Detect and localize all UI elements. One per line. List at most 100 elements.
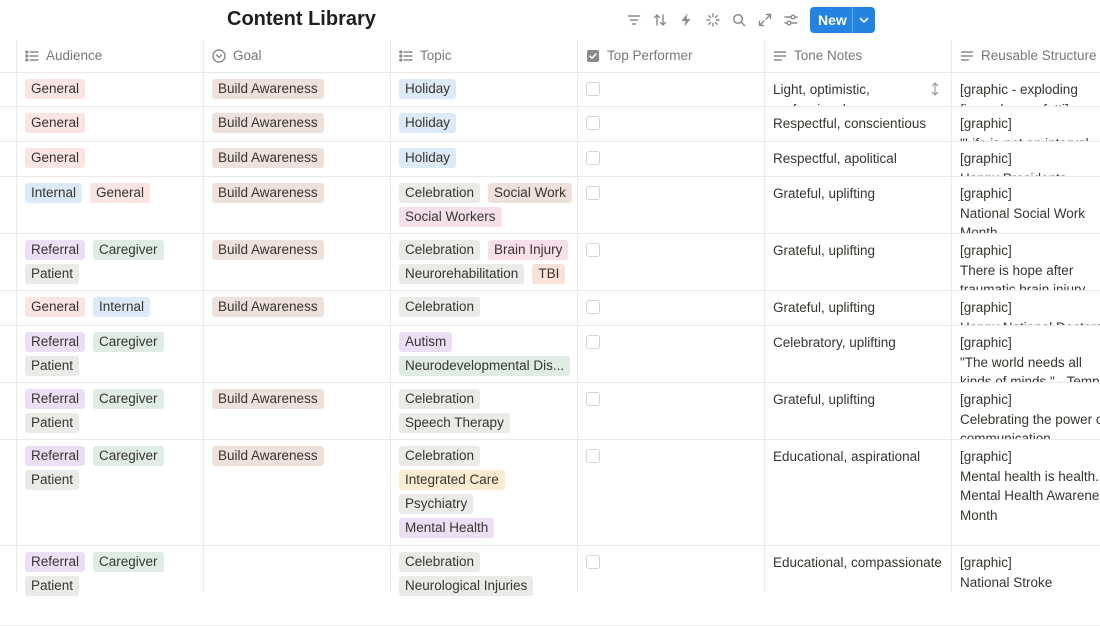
search-icon[interactable] bbox=[731, 12, 747, 28]
tag: Patient bbox=[25, 470, 80, 490]
tag: Holiday bbox=[399, 113, 457, 133]
tag-list: Build Awareness bbox=[212, 446, 386, 466]
column-header-reusable-structure[interactable]: Reusable Structure bbox=[951, 40, 1100, 72]
audience-cell[interactable]: General bbox=[17, 141, 203, 176]
top-performer-checkbox[interactable] bbox=[586, 82, 600, 96]
tone-notes-cell[interactable]: Grateful, uplifting bbox=[765, 382, 951, 439]
tag-list: Celebration Neurological Injuries bbox=[399, 552, 573, 596]
top-performer-checkbox[interactable] bbox=[586, 243, 600, 257]
top-performer-checkbox[interactable] bbox=[586, 186, 600, 200]
sort-icon[interactable] bbox=[652, 12, 668, 28]
tag: Holiday bbox=[399, 79, 457, 99]
tag: Referral bbox=[25, 389, 86, 409]
topic-cell[interactable]: Holiday bbox=[391, 141, 577, 176]
topic-cell[interactable]: Celebration Neurological Injuries bbox=[391, 545, 577, 625]
tone-notes-cell[interactable]: Grateful, uplifting bbox=[765, 233, 951, 290]
tag: Caregiver bbox=[93, 332, 164, 352]
topic-cell[interactable]: Autism Neurodevelopmental Dis... bbox=[391, 325, 577, 382]
audience-cell[interactable]: Referral Caregiver Patient bbox=[17, 545, 203, 625]
audience-cell[interactable]: Referral Caregiver Patient bbox=[17, 325, 203, 382]
new-button-divider bbox=[852, 7, 853, 33]
tag: Referral bbox=[25, 332, 86, 352]
reusable-structure-cell[interactable]: [graphic] Happy National Doctors bbox=[952, 290, 1100, 325]
tone-notes-cell[interactable]: Grateful, uplifting bbox=[765, 176, 951, 233]
filter-icon[interactable] bbox=[626, 12, 642, 28]
topic-cell[interactable]: Celebration Speech Therapy bbox=[391, 382, 577, 439]
column-header-label: Reusable Structure bbox=[981, 48, 1097, 63]
settings-sliders-icon[interactable] bbox=[783, 12, 799, 28]
goal-cell[interactable]: Build Awareness bbox=[204, 72, 390, 106]
audience-cell[interactable]: Referral Caregiver Patient bbox=[17, 439, 203, 545]
tag: Neurodevelopmental Dis... bbox=[399, 356, 571, 376]
column-header-label: Topic bbox=[420, 48, 452, 63]
reusable-structure-cell[interactable]: [graphic] "Life is not an interval bbox=[952, 106, 1100, 141]
top-performer-checkbox[interactable] bbox=[586, 116, 600, 130]
tone-notes-cell[interactable]: Respectful, conscientious bbox=[765, 106, 951, 141]
reusable-structure-cell[interactable]: [graphic] "The world needs all kinds of … bbox=[952, 325, 1100, 382]
audience-cell[interactable]: Referral Caregiver Patient bbox=[17, 382, 203, 439]
goal-cell[interactable]: Build Awareness bbox=[204, 176, 390, 233]
tag-list: Build Awareness bbox=[212, 297, 386, 317]
top-performer-checkbox[interactable] bbox=[586, 300, 600, 314]
column-header-goal[interactable]: Goal bbox=[203, 40, 390, 72]
reusable-structure-cell[interactable]: [graphic] National Stroke bbox=[952, 545, 1100, 625]
reusable-structure-cell[interactable]: [graphic - exploding fireworks, confetti… bbox=[952, 72, 1100, 106]
ai-sparkle-icon[interactable] bbox=[705, 12, 721, 28]
tone-notes-cell[interactable]: Educational, aspirational bbox=[765, 439, 951, 545]
tone-notes-cell[interactable]: Respectful, apolitical bbox=[765, 141, 951, 176]
tag: Build Awareness bbox=[212, 183, 324, 203]
new-button-label: New bbox=[818, 12, 847, 28]
multi-select-icon bbox=[24, 48, 40, 64]
expand-icon[interactable] bbox=[757, 12, 773, 28]
automation-icon[interactable] bbox=[678, 12, 694, 28]
tone-notes-cell[interactable]: Educational, compassionate bbox=[765, 545, 951, 625]
tone-notes-cell[interactable]: Celebratory, uplifting bbox=[765, 325, 951, 382]
row-height-resize-icon[interactable] bbox=[929, 81, 941, 97]
topic-cell[interactable]: Celebration Brain Injury Neurorehabilitati… bbox=[391, 233, 577, 290]
audience-cell[interactable]: General Internal bbox=[17, 290, 203, 325]
topic-cell[interactable]: Celebration Integrated Care Psychiatry Ment… bbox=[391, 439, 577, 545]
chevron-down-icon[interactable] bbox=[858, 13, 870, 25]
goal-cell[interactable]: Build Awareness bbox=[204, 439, 390, 545]
audience-cell[interactable]: Referral Caregiver Patient bbox=[17, 233, 203, 290]
tag: Neurorehabilitation bbox=[399, 264, 525, 284]
tag-list: Internal General bbox=[25, 183, 199, 203]
top-performer-checkbox[interactable] bbox=[586, 555, 600, 569]
top-performer-checkbox[interactable] bbox=[586, 449, 600, 463]
reusable-structure-cell[interactable]: [graphic] National Social Work Month bbox=[952, 176, 1100, 233]
tone-notes-cell[interactable]: Light, optimistic, professional bbox=[765, 72, 951, 106]
topic-cell[interactable]: Holiday bbox=[391, 106, 577, 141]
tag: Patient bbox=[25, 576, 80, 596]
tag: Integrated Care bbox=[399, 470, 505, 490]
topic-cell[interactable]: Celebration Social Work Social Workers bbox=[391, 176, 577, 233]
audience-cell[interactable]: Internal General bbox=[17, 176, 203, 233]
topic-cell[interactable]: Holiday bbox=[391, 72, 577, 106]
column-header-topic[interactable]: Topic bbox=[390, 40, 577, 72]
reusable-structure-cell[interactable]: [graphic] Mental health is health. Menta… bbox=[952, 439, 1100, 545]
top-performer-checkbox[interactable] bbox=[586, 392, 600, 406]
column-header-top-performer[interactable]: Top Performer bbox=[577, 40, 764, 72]
goal-cell[interactable]: Build Awareness bbox=[204, 233, 390, 290]
goal-cell[interactable]: Build Awareness bbox=[204, 141, 390, 176]
top-performer-checkbox[interactable] bbox=[586, 335, 600, 349]
audience-cell[interactable]: General bbox=[17, 72, 203, 106]
tag-list: Build Awareness bbox=[212, 148, 386, 168]
audience-cell[interactable]: General bbox=[17, 106, 203, 141]
goal-cell[interactable]: Build Awareness bbox=[204, 106, 390, 141]
tone-notes-cell[interactable]: Grateful, uplifting bbox=[765, 290, 951, 325]
topic-cell[interactable]: Celebration bbox=[391, 290, 577, 325]
goal-cell[interactable] bbox=[204, 545, 390, 625]
table-row: Referral Caregiver Patient Build Awareness C… bbox=[0, 233, 1100, 291]
top-performer-checkbox[interactable] bbox=[586, 151, 600, 165]
column-header-tone-notes[interactable]: Tone Notes bbox=[764, 40, 951, 72]
reusable-structure-cell[interactable]: [graphic] Celebrating the power of commu… bbox=[952, 382, 1100, 439]
goal-cell[interactable]: Build Awareness bbox=[204, 382, 390, 439]
goal-cell[interactable]: Build Awareness bbox=[204, 290, 390, 325]
goal-cell[interactable] bbox=[204, 325, 390, 382]
reusable-structure-cell[interactable]: [graphic] Happy Presidents bbox=[952, 141, 1100, 176]
reusable-structure-cell[interactable]: [graphic] There is hope after traumatic … bbox=[952, 233, 1100, 290]
column-header-audience[interactable]: Audience bbox=[16, 40, 203, 72]
text-icon bbox=[959, 48, 975, 64]
new-button[interactable]: New bbox=[810, 7, 875, 33]
reusable-structure-text: [graphic] "The world needs all kinds of … bbox=[960, 335, 1100, 382]
